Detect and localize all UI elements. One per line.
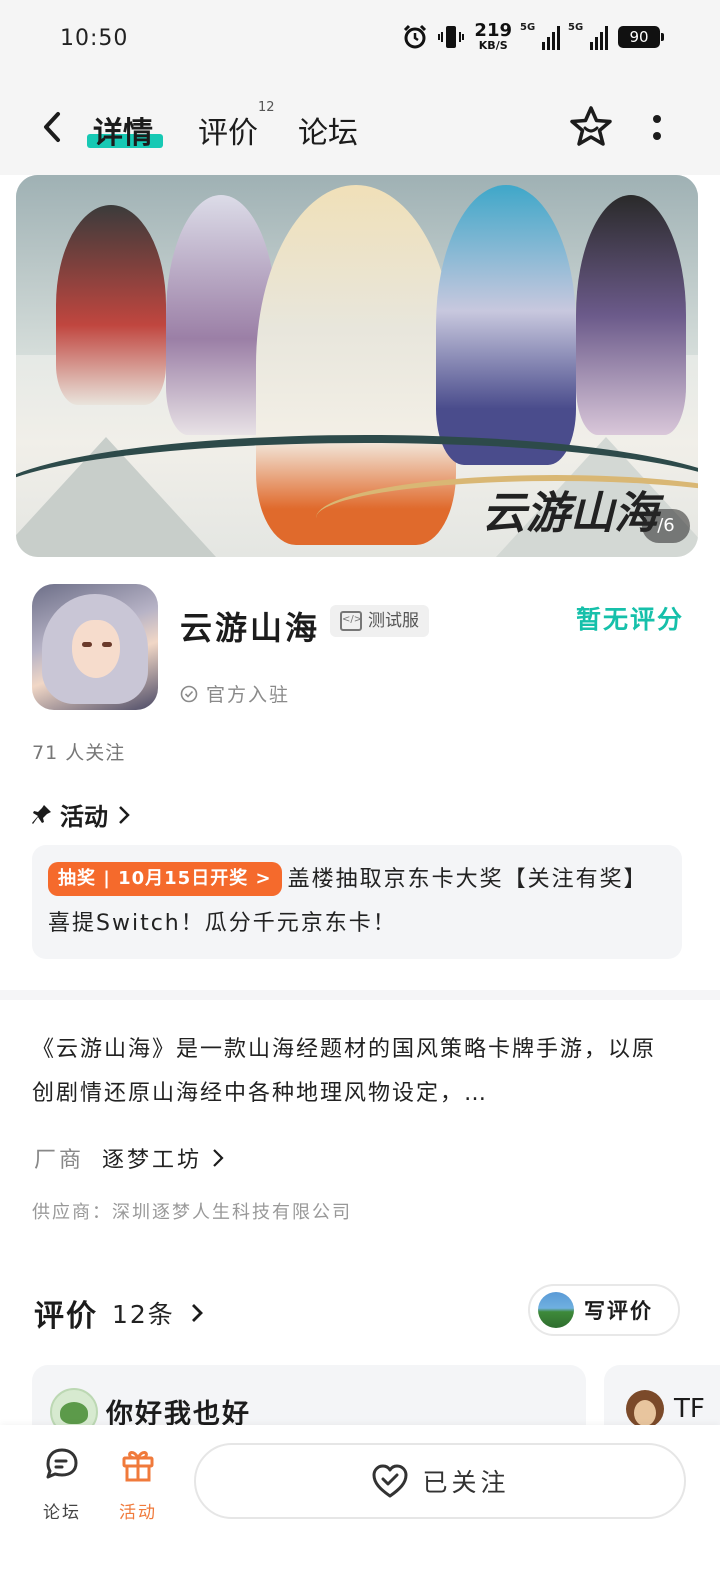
signal-icon-sim2: 5G [568, 22, 608, 50]
lottery-tag: 抽奖 | 10月15日开奖 > [48, 862, 282, 896]
tab-detail[interactable]: 详情 [93, 108, 153, 152]
reviews-count: 12条 [112, 1300, 175, 1329]
status-time: 10:50 [60, 26, 129, 51]
battery-icon: 90 [618, 26, 664, 48]
user-avatar [538, 1292, 574, 1328]
check-circle-icon [180, 685, 198, 702]
pin-icon [32, 804, 51, 824]
game-banner[interactable]: 云游山海 /6 [16, 175, 698, 557]
write-review-button[interactable]: 写评价 [528, 1284, 680, 1336]
test-server-tag: </> 测试服 [330, 605, 429, 637]
nav-forum[interactable]: 论坛 [34, 1444, 90, 1523]
banner-game-logo: 云游山海 [482, 488, 658, 539]
avatar [626, 1390, 664, 1428]
alarm-icon [404, 24, 427, 49]
chat-bubble-icon [46, 1448, 78, 1479]
official-verified: 官方入驻 [180, 680, 290, 707]
developer-row[interactable]: 厂商 逐梦工坊 [34, 1142, 226, 1174]
follower-count: 71 人关注 [32, 742, 126, 764]
more-options-icon[interactable] [650, 114, 664, 142]
developer-label: 厂商 [34, 1148, 85, 1173]
game-description[interactable]: 《云游山海》是一款山海经题材的国风策略卡牌手游，以原创剧情还原山海经中各种地理风… [32, 1028, 672, 1116]
favorite-star-icon[interactable] [568, 104, 614, 150]
app-icon [32, 584, 158, 710]
banner-page-indicator: /6 [642, 509, 690, 543]
gift-icon [122, 1451, 154, 1482]
back-icon[interactable] [38, 110, 68, 144]
reviews-header[interactable]: 评价 12条 [34, 1291, 205, 1335]
rating-status: 暂无评分 [576, 605, 685, 634]
tab-review[interactable]: 评价 [198, 108, 258, 152]
chevron-right-icon [119, 805, 130, 824]
tab-forum[interactable]: 论坛 [298, 108, 358, 152]
review-username: TF [674, 1394, 705, 1424]
heart-check-icon [372, 1464, 408, 1498]
developer-link[interactable]: 逐梦工坊 [102, 1142, 202, 1174]
activity-header[interactable]: 活动 [32, 797, 132, 832]
code-icon: </> [340, 611, 362, 631]
review-count-badge: 12 [258, 100, 275, 115]
section-divider [0, 990, 720, 1000]
network-speed: 219 KB/S [474, 20, 512, 52]
reviews-title: 评价 [34, 1299, 98, 1334]
chevron-right-icon [191, 1304, 203, 1322]
supplier-info: 供应商：深圳逐梦人生科技有限公司 [32, 1202, 352, 1223]
nav-activity[interactable]: 活动 [110, 1444, 166, 1523]
app-name: 云游山海 [180, 609, 321, 647]
follow-button[interactable]: 已关注 [194, 1443, 686, 1519]
activity-card-content[interactable]: 抽奖 | 10月15日开奖 > 盖楼抽取京东卡大奖【关注有奖】喜提Switch！瓜… [48, 858, 658, 946]
status-icons: 219 KB/S 5G 5G 90 [402, 20, 664, 52]
signal-icon-sim1: 5G [520, 22, 560, 50]
chevron-right-icon [213, 1149, 224, 1167]
vibrate-icon [438, 26, 465, 48]
